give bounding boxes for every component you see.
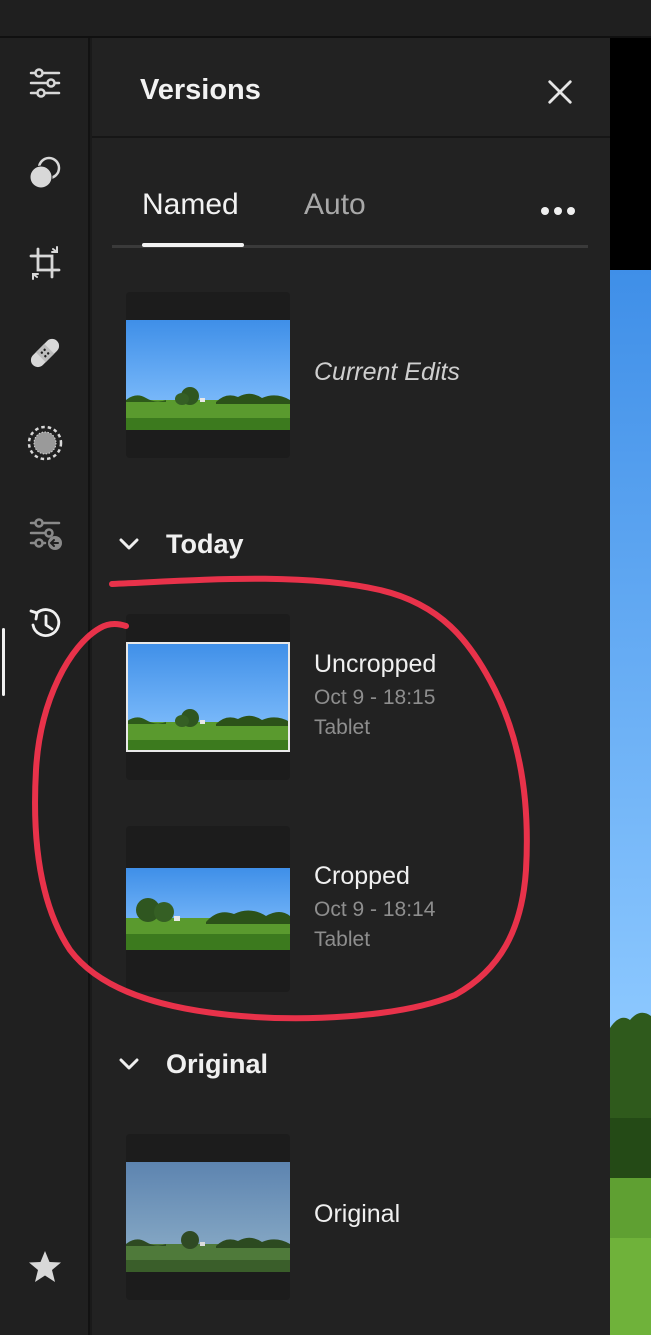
version-thumbnail bbox=[126, 826, 290, 992]
masking-icon[interactable] bbox=[22, 420, 68, 466]
photo-canvas[interactable] bbox=[610, 38, 651, 1335]
version-thumbnail bbox=[126, 292, 290, 458]
more-options-button[interactable] bbox=[538, 196, 578, 226]
presets-icon[interactable] bbox=[22, 150, 68, 196]
tab-auto[interactable]: Auto bbox=[304, 188, 366, 245]
version-tabs: Named Auto bbox=[112, 188, 588, 248]
section-header-original[interactable]: Original bbox=[116, 1044, 268, 1084]
tool-rail bbox=[0, 38, 90, 1335]
crop-icon[interactable] bbox=[22, 240, 68, 286]
chevron-down-icon bbox=[119, 1058, 139, 1070]
version-item-original[interactable]: Original bbox=[126, 1134, 566, 1300]
version-item-uncropped[interactable]: Uncropped Oct 9 - 18:15 Tablet bbox=[126, 614, 566, 780]
active-tab-indicator bbox=[142, 243, 244, 247]
version-name: Original bbox=[314, 1200, 401, 1228]
version-thumbnail bbox=[126, 614, 290, 780]
panel-title: Versions bbox=[140, 74, 261, 106]
healing-bandage-icon[interactable] bbox=[22, 330, 68, 376]
version-name: Cropped bbox=[314, 862, 410, 890]
version-name: Current Edits bbox=[314, 358, 460, 386]
versions-history-icon[interactable] bbox=[22, 600, 68, 646]
close-icon bbox=[548, 80, 572, 104]
tab-named[interactable]: Named bbox=[142, 188, 239, 245]
more-horizontal-icon bbox=[541, 207, 575, 215]
section-label: Original bbox=[166, 1048, 269, 1079]
version-item-cropped[interactable]: Cropped Oct 9 - 18:14 Tablet bbox=[126, 826, 566, 992]
section-header-today[interactable]: Today bbox=[116, 524, 244, 564]
versions-panel: Versions Named Auto Current Edits Today … bbox=[92, 38, 610, 1335]
active-tool-indicator bbox=[2, 628, 5, 696]
sliders-icon[interactable] bbox=[22, 60, 68, 106]
close-button[interactable] bbox=[540, 72, 580, 112]
version-date: Oct 9 - 18:15 bbox=[314, 686, 436, 709]
version-thumbnail bbox=[126, 1134, 290, 1300]
remove-adjustments-icon[interactable] bbox=[22, 510, 68, 556]
version-name: Uncropped bbox=[314, 650, 437, 678]
star-icon[interactable] bbox=[22, 1244, 68, 1290]
version-device: Tablet bbox=[314, 716, 371, 739]
section-label: Today bbox=[166, 528, 244, 559]
current-edits-item[interactable]: Current Edits bbox=[126, 292, 566, 458]
version-device: Tablet bbox=[314, 928, 371, 951]
version-date: Oct 9 - 18:14 bbox=[314, 898, 436, 921]
top-bar bbox=[0, 0, 651, 38]
panel-header: Versions bbox=[92, 38, 610, 138]
chevron-down-icon bbox=[119, 538, 139, 550]
